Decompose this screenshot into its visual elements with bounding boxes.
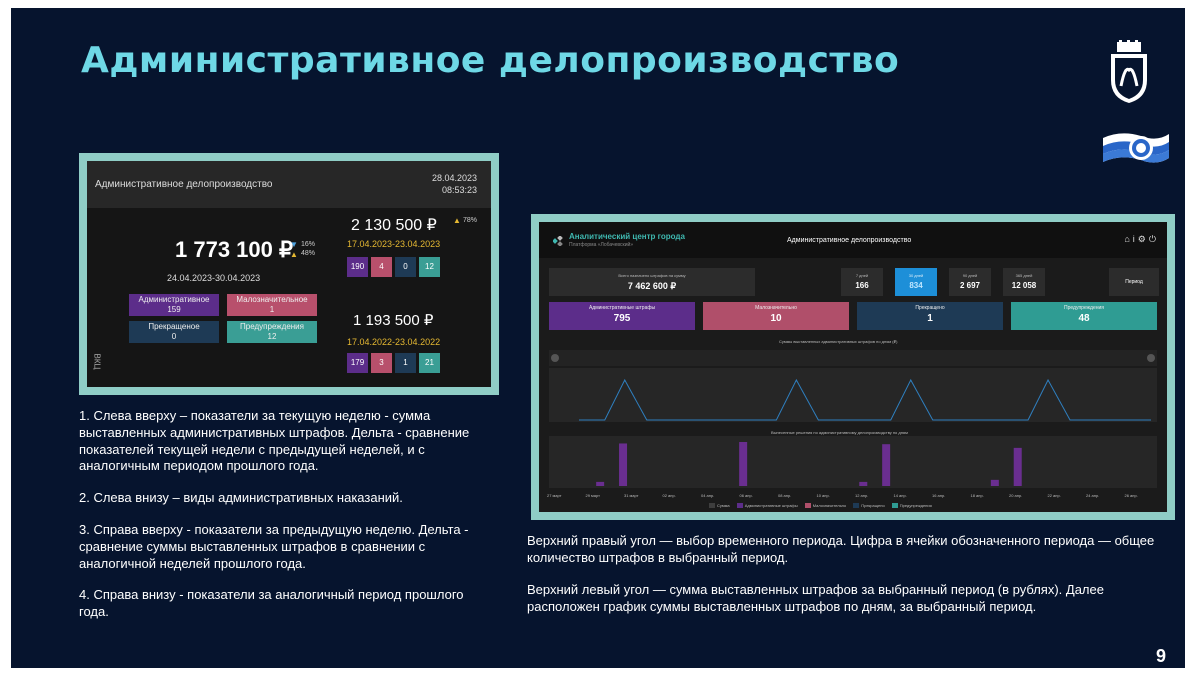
last-year-total: 1 193 500 ₽ <box>353 312 434 329</box>
x-tick-label: 06 апр. <box>739 493 753 498</box>
daily-charts <box>549 350 1157 488</box>
current-period: 24.04.2023-30.04.2023 <box>167 273 261 283</box>
prev-delta-up-icon: ▲ <box>453 216 461 225</box>
prev-square-warnings: 12 <box>419 257 440 277</box>
x-tick-label: 27 март <box>547 493 562 498</box>
x-tick-label: 10 апр. <box>816 493 830 498</box>
delta-up-icon: ▲ <box>290 250 298 259</box>
ly-square-minor: 3 <box>371 353 392 373</box>
x-tick-label: 26 апр. <box>1124 493 1138 498</box>
prev-square-minor: 4 <box>371 257 392 277</box>
x-tick-label: 16 апр. <box>932 493 946 498</box>
legend-item: Административные штрафы <box>736 503 798 509</box>
left-description: 1. Слева вверху – показатели за текущую … <box>79 408 479 636</box>
russia-flag-emblem-icon <box>1103 133 1169 163</box>
bar-admin-fines <box>990 479 999 486</box>
bar-admin-fines <box>596 481 605 486</box>
prev-week-total: 2 130 500 ₽ <box>351 217 437 234</box>
left-dashboard-title: Административное делопроизводство <box>95 179 273 190</box>
line-chart-panel <box>549 368 1157 422</box>
x-tick-label: 02 апр. <box>662 493 676 498</box>
current-total: 1 773 100 ₽ <box>175 237 293 262</box>
x-tick-label: 22 апр. <box>1047 493 1061 498</box>
ly-square-warnings: 21 <box>419 353 440 373</box>
prev-week-period: 17.04.2023-23.04.2023 <box>347 239 441 249</box>
legend-item: Предупреждения <box>891 503 932 509</box>
bar-admin-fines <box>739 442 748 486</box>
prev-square-terminated: 0 <box>395 257 416 277</box>
description-item: 1. Слева вверху – показатели за текущую … <box>79 408 470 474</box>
left-dashboard-datetime: 28.04.2023 08:53:23 <box>431 173 477 195</box>
x-tick-label: 04 апр. <box>701 493 715 498</box>
legend-item: Сумма <box>709 503 730 509</box>
x-tick-label: 20 апр. <box>1009 493 1023 498</box>
slide: Административное делопроизводство Админи… <box>11 8 1185 668</box>
x-tick-label: 29 март <box>585 493 601 498</box>
x-tick-label: 08 апр. <box>778 493 792 498</box>
bar-admin-fines <box>1013 447 1022 486</box>
city-emblem-icon <box>1111 40 1147 103</box>
delta-down-icon: ▼ <box>290 240 298 249</box>
x-tick-label: 14 апр. <box>893 493 907 498</box>
last-year-period: 17.04.2022-23.04.2022 <box>347 337 441 347</box>
slide-title: Административное делопроизводство <box>81 40 900 81</box>
vertical-label: ВКЦ <box>92 353 102 370</box>
current-delta-down: 16% <box>301 241 316 248</box>
x-tick-label: 31 март <box>624 493 639 498</box>
x-tick-label: 18 апр. <box>970 493 984 498</box>
left-dashboard-frame: Административное делопроизводство 28.04.… <box>79 153 499 395</box>
bar-admin-fines <box>619 443 628 486</box>
page-number: 9 <box>1156 646 1167 666</box>
slider-handle <box>551 354 559 362</box>
description-item: 4. Справа внизу - показатели за аналогич… <box>79 587 464 620</box>
left-dashboard: Административное делопроизводство 28.04.… <box>87 161 491 387</box>
bar-admin-fines <box>859 481 868 486</box>
prev-square-administrative: 190 <box>347 257 368 277</box>
right-dashboard: Аналитический центр города Платформа «Ло… <box>539 222 1167 512</box>
bar-chart-panel <box>549 436 1157 488</box>
right-dashboard-frame: Аналитический центр города Платформа «Ло… <box>531 214 1175 520</box>
x-tick-label: 12 апр. <box>855 493 869 498</box>
category-terminated: Прекращеное 0 <box>129 321 219 343</box>
description-item: 2. Слева внизу – виды административных н… <box>79 490 403 506</box>
x-tick-label: 24 апр. <box>1086 493 1100 498</box>
category-minor: Малозначительное 1 <box>227 294 317 316</box>
slider-handle <box>1147 354 1155 362</box>
category-administrative: Административное 159 <box>129 294 219 316</box>
left-dashboard-header: Административное делопроизводство 28.04.… <box>87 161 491 208</box>
chart-legend: Сумма Административные штрафы Малозначит… <box>709 503 938 509</box>
legend-item: Прекращено <box>853 503 885 509</box>
timeline-slider <box>549 350 1157 366</box>
bar-admin-fines <box>882 444 891 486</box>
current-delta-up: 48% <box>301 250 316 257</box>
right-description: Верхний правый угол — выбор временного п… <box>527 532 1157 630</box>
legend-item: Малозначительно <box>804 503 846 509</box>
category-warnings: Предупреждения 12 <box>227 321 317 343</box>
description-item: 3. Справа вверху - показатели за предыду… <box>79 521 469 571</box>
description-item: Верхний левый угол — сумма выставленных … <box>527 582 1104 614</box>
ly-square-terminated: 1 <box>395 353 416 373</box>
prev-delta: 78% <box>463 217 478 224</box>
description-item: Верхний правый угол — выбор временного п… <box>527 533 1155 565</box>
ly-square-administrative: 179 <box>347 353 368 373</box>
